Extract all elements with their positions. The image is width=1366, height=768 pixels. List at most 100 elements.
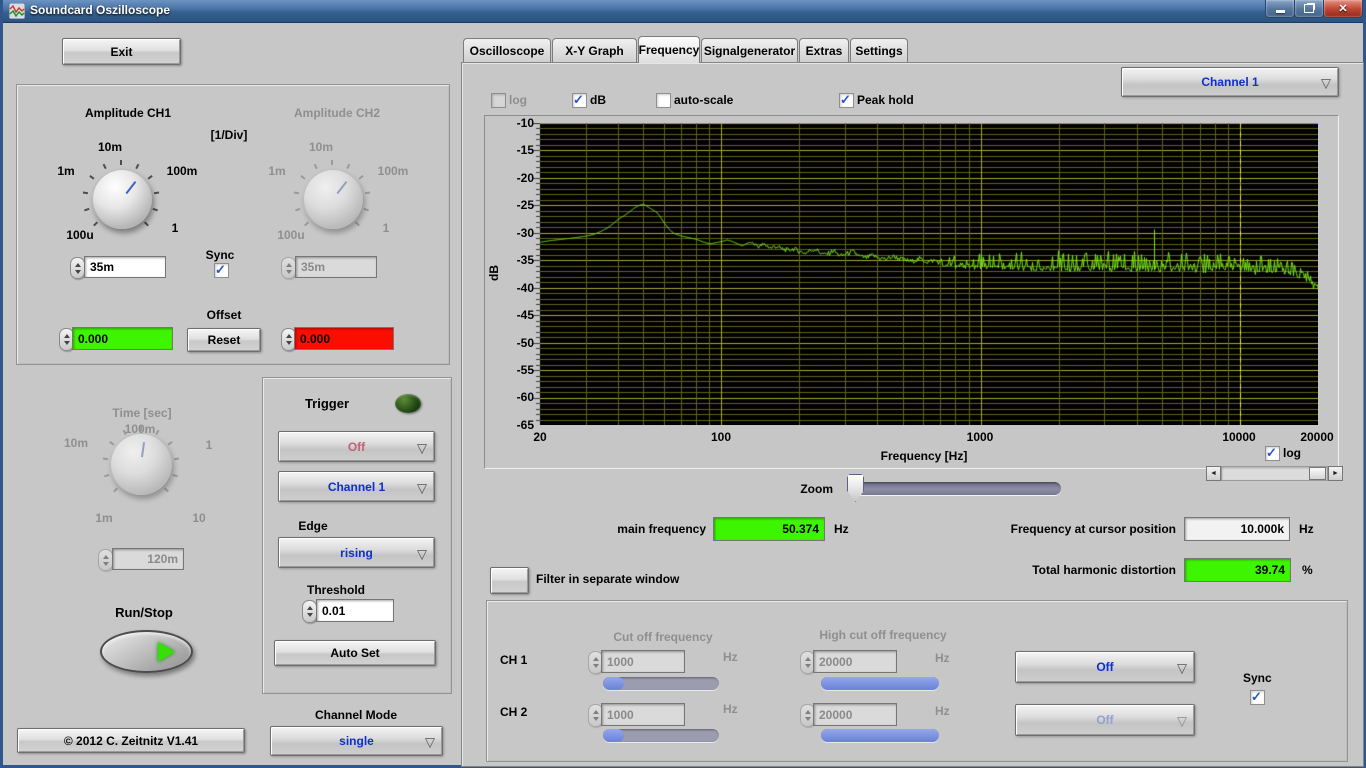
time-dial-1m: 1m <box>74 511 134 525</box>
version-button[interactable]: © 2012 C. Zeitnitz V1.41 <box>17 728 245 753</box>
main-frequency-unit: Hz <box>834 522 849 536</box>
y-tick: -30 <box>489 226 534 240</box>
ch2-high-slider[interactable] <box>821 729 939 742</box>
y-tick: -15 <box>489 143 534 157</box>
db-checkbox[interactable] <box>572 93 587 108</box>
amplitude-ch1-spinner[interactable] <box>70 257 85 279</box>
peak-hold-checkbox[interactable] <box>839 93 854 108</box>
auto-set-button[interactable]: Auto Set <box>274 640 436 666</box>
ch1-high-slider[interactable] <box>821 677 939 690</box>
trigger-led <box>395 394 421 413</box>
filter-sync-checkbox[interactable] <box>1250 690 1265 705</box>
trigger-edge-value: rising <box>340 546 373 560</box>
ch2-filter-mode-value: Off <box>1096 713 1113 727</box>
time-knob[interactable] <box>110 433 172 495</box>
main-frequency-label: main frequency <box>593 522 706 536</box>
cursor-frequency-label: Frequency at cursor position <box>943 522 1176 536</box>
soundcard-oscilloscope-window: { "window": { "title": "Soundcard Oszill… <box>0 0 1366 768</box>
dial-label-1m-ch2: 1m <box>257 164 297 178</box>
time-spinner[interactable] <box>98 549 113 571</box>
db-label: dB <box>590 93 606 107</box>
tab-extras[interactable]: Extras <box>799 38 849 62</box>
threshold-label: Threshold <box>286 583 386 597</box>
x-tick: 20000 <box>1292 430 1342 444</box>
amplitude-ch1-knob[interactable] <box>92 169 152 229</box>
y-tick: -60 <box>489 390 534 404</box>
filter-window-button[interactable] <box>490 567 529 594</box>
filter-sync-label: Sync <box>1243 671 1272 685</box>
cutoff-header: Cut off frequency <box>563 630 763 644</box>
time-value[interactable]: 120m <box>112 548 184 570</box>
ch2-high-value[interactable]: 20000 <box>813 703 897 726</box>
high-cutoff-header: High cut off frequency <box>763 628 1003 642</box>
tab-frequency[interactable]: Frequency <box>638 36 700 63</box>
amplitude-ch2-value[interactable]: 35m <box>295 256 377 278</box>
amplitude-ch1-value[interactable]: 35m <box>84 256 166 278</box>
ch1-cutoff-unit: Hz <box>723 650 738 664</box>
x-tick: 100 <box>701 430 741 444</box>
slider-fill <box>821 729 939 742</box>
ch2-cutoff-value[interactable]: 1000 <box>601 703 685 726</box>
tab-signalgenerator[interactable]: Signalgenerator <box>701 38 798 62</box>
chevron-down-icon: ▽ <box>1321 77 1331 90</box>
filter-ch2-label: CH 2 <box>500 705 527 719</box>
amplitude-ch2-spinner[interactable] <box>281 257 296 279</box>
time-title: Time [sec] <box>82 406 202 420</box>
edge-label: Edge <box>273 519 353 533</box>
x-axis-label: Frequency [Hz] <box>844 449 1004 463</box>
offset-ch2-value[interactable]: 0.000 <box>294 327 394 350</box>
sync-checkbox[interactable] <box>214 263 229 278</box>
amplitude-ch1-title: Amplitude CH1 <box>48 106 208 120</box>
ch1-filter-mode-value: Off <box>1096 660 1113 674</box>
ch2-cutoff-unit: Hz <box>723 702 738 716</box>
ch2-cutoff-slider[interactable] <box>603 729 719 742</box>
x-tick: 20 <box>520 430 560 444</box>
spectrum-plot[interactable] <box>532 123 1318 425</box>
ch1-cutoff-slider[interactable] <box>603 677 719 690</box>
channel-mode-dropdown[interactable]: single ▽ <box>270 726 443 756</box>
amplitude-ch2-knob[interactable] <box>303 169 363 229</box>
scrollbar-left-arrow[interactable]: ◄ <box>1206 466 1221 481</box>
x-tick: 1000 <box>960 430 1000 444</box>
tab-xy-graph[interactable]: X-Y Graph <box>552 38 637 62</box>
ch2-filter-mode-dropdown[interactable]: Off ▽ <box>1015 704 1195 736</box>
scrollbar-thumb[interactable] <box>1309 467 1326 480</box>
trigger-edge-dropdown[interactable]: rising ▽ <box>278 537 435 568</box>
zoom-slider-track[interactable] <box>849 482 1061 495</box>
minimize-button[interactable] <box>1265 0 1295 18</box>
channel-select-dropdown[interactable]: Channel 1 ▽ <box>1121 67 1339 97</box>
filter-window-label: Filter in separate window <box>536 572 679 586</box>
cursor-frequency-unit: Hz <box>1299 522 1314 536</box>
trigger-mode-dropdown[interactable]: Off ▽ <box>278 431 435 462</box>
y-tick: -45 <box>489 308 534 322</box>
log-scale-checkbox[interactable] <box>491 93 506 108</box>
y-tick: -10 <box>489 116 534 130</box>
restore-button[interactable] <box>1294 0 1324 18</box>
auto-scale-checkbox[interactable] <box>656 93 671 108</box>
main-frequency-value: 50.374 <box>713 517 825 541</box>
tab-oscilloscope[interactable]: Oscilloscope <box>463 38 551 62</box>
close-button[interactable]: ✕ <box>1323 0 1363 18</box>
offset-reset-button[interactable]: Reset <box>187 328 261 352</box>
dial-label-100m: 100m <box>158 164 206 178</box>
per-div-label: [1/Div] <box>189 128 269 142</box>
dial-label-100u: 100u <box>58 228 102 242</box>
chevron-down-icon: ▽ <box>417 547 427 560</box>
run-stop-button[interactable] <box>100 630 193 673</box>
scrollbar-right-arrow[interactable]: ► <box>1328 466 1343 481</box>
trigger-source-dropdown[interactable]: Channel 1 ▽ <box>278 471 435 502</box>
threshold-spinner[interactable] <box>302 600 317 623</box>
filter-ch1-label: CH 1 <box>500 653 527 667</box>
trigger-source-value: Channel 1 <box>328 480 385 494</box>
offset-ch1-value[interactable]: 0.000 <box>72 327 173 350</box>
tab-settings[interactable]: Settings <box>850 38 908 62</box>
threshold-value[interactable]: 0.01 <box>316 599 394 622</box>
axis-log-checkbox[interactable] <box>1265 446 1280 461</box>
chevron-down-icon: ▽ <box>425 736 435 749</box>
ch1-cutoff-value[interactable]: 1000 <box>601 650 685 673</box>
y-tick: -25 <box>489 198 534 212</box>
ch1-high-value[interactable]: 20000 <box>813 650 897 673</box>
exit-button[interactable]: Exit <box>62 38 181 65</box>
restore-icon <box>1304 4 1314 13</box>
ch1-filter-mode-dropdown[interactable]: Off ▽ <box>1015 651 1195 683</box>
